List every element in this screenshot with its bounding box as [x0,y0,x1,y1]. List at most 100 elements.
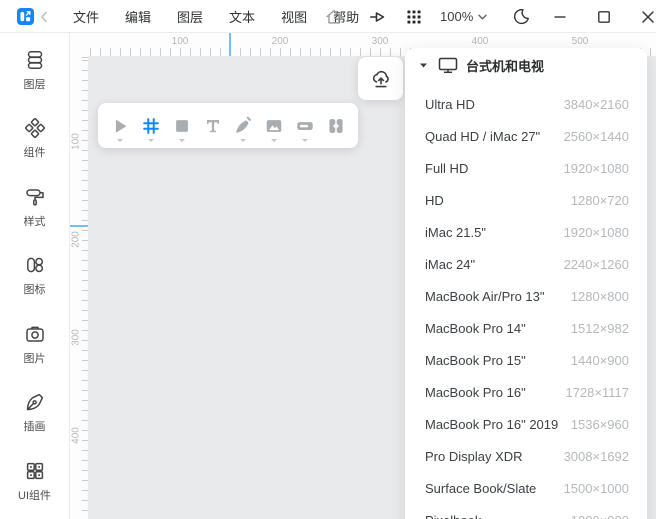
menu-edit[interactable]: 编辑 [118,7,158,26]
cursor-position-marker-y [70,225,88,227]
device-row[interactable]: iMac 21.5" 1920×1080 [405,216,647,248]
device-row[interactable]: Quad HD / iMac 27" 2560×1440 [405,120,647,152]
monitor-icon [437,54,459,76]
ui-kit-icon [23,459,47,483]
device-resolution: 1440×900 [571,353,629,368]
device-name: Pro Display XDR [425,449,564,464]
device-resolution: 1200×800 [571,513,629,519]
chevron-down-icon[interactable] [117,139,123,142]
sidebar-item-label: 图标 [24,281,46,297]
device-row[interactable]: MacBook Pro 16" 1728×1117 [405,376,647,408]
dark-mode-moon-icon[interactable] [505,0,537,33]
device-row[interactable]: Pro Display XDR 3008×1692 [405,440,647,472]
zoom-dropdown[interactable]: 100% [440,0,487,33]
chevron-down-icon[interactable] [240,139,246,142]
device-row[interactable]: MacBook Air/Pro 13" 1280×800 [405,280,647,312]
device-resolution: 1500×1000 [564,481,629,496]
device-resolution: 2560×1440 [564,129,629,144]
device-row[interactable]: Pixelbook 1200×800 [405,504,647,519]
chevron-down-icon[interactable] [419,62,428,69]
sidebar-item-images[interactable]: 图片 [0,314,69,382]
pen-nib-icon [23,390,47,414]
device-row[interactable]: iMac 24" 2240×1260 [405,248,647,280]
menu-text[interactable]: 文本 [222,7,262,26]
tool-shape[interactable] [169,107,195,145]
zoom-value: 100% [440,9,473,24]
tool-widget[interactable] [292,107,318,145]
device-row[interactable]: MacBook Pro 16" 2019 1536×960 [405,408,647,440]
ruler-label: 300 [71,322,82,354]
titlebar-controls: 100% [318,0,656,33]
sidebar-item-layers[interactable]: 图层 [0,40,69,108]
device-name: Pixelbook [425,513,571,519]
sidebar-item-label: 样式 [24,213,46,229]
device-row[interactable]: Ultra HD 3840×2160 [405,88,647,120]
ruler-label: 400 [71,420,82,452]
cloud-upload-icon [369,67,393,91]
window-minimize-button[interactable] [543,0,577,33]
upload-button[interactable] [358,57,403,100]
menu-layer[interactable]: 图层 [170,7,210,26]
apps-grid-icon[interactable] [398,0,430,33]
menu-view[interactable]: 视图 [274,7,314,26]
sidebar-item-ui-kit[interactable]: UI组件 [0,451,69,519]
chevron-down-icon[interactable] [148,139,154,142]
tool-pen[interactable] [230,107,256,145]
device-resolution: 1536×960 [571,417,629,432]
sidebar-item-label: 组件 [24,144,46,160]
device-name: Full HD [425,161,564,176]
app-logo[interactable] [17,8,34,25]
device-resolution: 3008×1692 [564,449,629,464]
device-row[interactable]: HD 1280×720 [405,184,647,216]
device-name: Surface Book/Slate [425,481,564,496]
device-row[interactable]: Surface Book/Slate 1500×1000 [405,472,647,504]
ruler-label: 300 [360,36,400,47]
sidebar-item-components[interactable]: 组件 [0,108,69,176]
icon-library-icon [23,253,47,277]
device-resolution: 2240×1260 [564,257,629,272]
chevron-down-icon[interactable] [271,139,277,142]
menu-file[interactable]: 文件 [66,7,106,26]
device-name: Ultra HD [425,97,564,112]
plugin-icon[interactable] [362,0,394,33]
sidebar-item-label: 图片 [24,350,46,366]
device-presets-panel: 台式机和电视 Ultra HD 3840×2160 Quad HD / iMac… [405,48,647,519]
sidebar-item-styles[interactable]: 样式 [0,177,69,245]
tool-frame[interactable] [138,107,164,145]
device-row[interactable]: MacBook Pro 15" 1440×900 [405,344,647,376]
window-close-button[interactable] [631,0,656,33]
components-icon [23,116,47,140]
chevron-down-icon[interactable] [179,139,185,142]
device-resolution: 1280×720 [571,193,629,208]
home-icon[interactable] [318,0,350,33]
window-maximize-button[interactable] [587,0,621,33]
device-name: Quad HD / iMac 27" [425,129,564,144]
device-name: MacBook Air/Pro 13" [425,289,571,304]
sidebar-item-illustrations[interactable]: 插画 [0,382,69,450]
device-resolution: 1280×800 [571,289,629,304]
vertical-ruler-ticks [82,56,88,519]
device-name: HD [425,193,571,208]
chevron-down-icon [478,14,487,20]
tool-component[interactable] [323,107,349,145]
sidebar-item-icons[interactable]: 图标 [0,245,69,313]
device-row[interactable]: Full HD 1920×1080 [405,152,647,184]
device-row[interactable]: MacBook Pro 14" 1512×982 [405,312,647,344]
ruler-label: 200 [260,36,300,47]
device-group-title: 台式机和电视 [466,56,544,75]
chevron-down-icon[interactable] [302,139,308,142]
camera-icon [23,322,47,346]
ruler-label: 400 [460,36,500,47]
tool-image[interactable] [261,107,287,145]
app-window: 100 200 300 400 500 100 200 300 400 [0,0,656,519]
tool-move[interactable] [107,107,133,145]
device-name: MacBook Pro 15" [425,353,571,368]
back-chevron-icon[interactable] [39,10,51,23]
device-name: MacBook Pro 16" [425,385,565,400]
ruler-label: 100 [160,36,200,47]
tool-text[interactable] [200,107,226,145]
vertical-ruler: 100 200 300 400 [70,56,88,519]
device-group-header[interactable]: 台式机和电视 [405,48,647,82]
title-bar: 文件 编辑 图层 文本 视图 帮助 100 [0,0,656,33]
device-resolution: 1920×1080 [564,225,629,240]
